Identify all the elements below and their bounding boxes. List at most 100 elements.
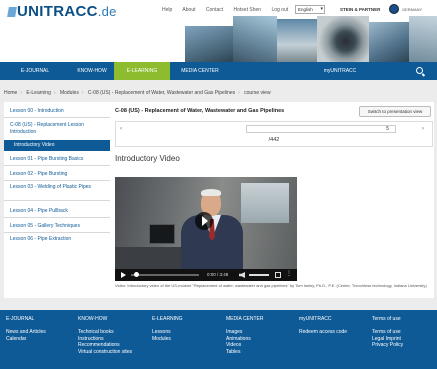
footer-col-e-journal: E-JOURNAL News and Articles Calendar — [6, 316, 46, 342]
lesson-main: C-08 (US) - Replacement of Water, Wastew… — [115, 102, 434, 298]
logo-mark-icon — [7, 7, 17, 17]
breadcrumb-separator: › — [81, 90, 84, 96]
footer-heading[interactable]: KNOW-HOW — [78, 316, 132, 323]
page-number-input[interactable]: 5 — [246, 125, 396, 133]
top-link-about[interactable]: About — [182, 7, 195, 13]
breadcrumb-separator: › — [238, 90, 240, 96]
play-icon[interactable] — [195, 212, 213, 230]
nav-item-e-learning[interactable]: E-LEARNING — [114, 62, 170, 80]
sidebar-item-introductory-video[interactable]: Introductory Video — [4, 140, 110, 151]
more-options-icon[interactable]: ⋮ — [286, 271, 292, 278]
site-header: UNITRACC.de Help About Contact Hotset Sh… — [0, 0, 437, 62]
video-controls: 0:00 / 3:48 ⋮ — [115, 269, 297, 281]
switch-presentation-view-button[interactable]: Switch to presentation view — [359, 106, 431, 117]
video-progress-bar[interactable] — [131, 274, 199, 276]
footer-link[interactable]: Redeem access code — [299, 329, 347, 336]
search-icon[interactable] — [416, 67, 423, 74]
language-select[interactable]: English ▾ — [295, 5, 325, 14]
video-speaker-hair — [201, 189, 221, 196]
volume-icon[interactable] — [239, 272, 245, 278]
header-photo-strip — [185, 16, 437, 62]
footer-col-terms: Terms of use Terms of use Legal Imprint … — [372, 316, 403, 349]
footer-col-know-how: KNOW-HOW Technical books Instructions Re… — [78, 316, 132, 355]
sidebar-item-lesson-02[interactable]: Lesson 02 - Pipe Bursting — [4, 171, 110, 178]
site-logo[interactable]: UNITRACC.de — [7, 3, 117, 20]
footer-heading[interactable]: MEDIA CENTER — [226, 316, 264, 323]
volume-slider[interactable] — [249, 274, 269, 276]
footer-heading[interactable]: E-JOURNAL — [6, 316, 46, 323]
video-time: 0:00 / 3:48 — [207, 272, 229, 277]
page: UNITRACC.de Help About Contact Hotset Sh… — [0, 0, 437, 369]
next-page-icon[interactable]: › — [422, 126, 424, 132]
site-footer: E-JOURNAL News and Articles Calendar KNO… — [0, 310, 437, 369]
fullscreen-icon[interactable] — [275, 272, 281, 278]
content-panel: Lesson 00 - Introduction C-08 (US) - Rep… — [4, 102, 434, 298]
sidebar-item-lesson-03[interactable]: Lesson 03 - Welding of Plastic Pipes — [4, 184, 110, 191]
footer-col-e-learning: E-LEARNING Lessons Modules — [152, 316, 183, 342]
lesson-sidebar: Lesson 00 - Introduction C-08 (US) - Rep… — [4, 102, 110, 298]
footer-heading[interactable]: E-LEARNING — [152, 316, 183, 323]
header-photo — [409, 16, 437, 62]
video-monitor — [149, 224, 175, 244]
main-nav: E-JOURNAL KNOW-HOW E-LEARNING MEDIA CENT… — [0, 62, 437, 80]
section-title: Introductory Video — [115, 154, 180, 163]
nav-item-myunitracc[interactable]: myUNITRACC — [315, 62, 365, 80]
footer-heading[interactable]: Terms of use — [372, 316, 403, 323]
page-navigator: ‹ 5 › /442 — [115, 121, 433, 147]
partner-country: GERMANY — [402, 7, 423, 12]
breadcrumb-home[interactable]: Home — [4, 90, 17, 96]
lesson-title: C-08 (US) - Replacement of Water, Wastew… — [115, 108, 285, 114]
breadcrumb-e-learning[interactable]: E-Learning — [26, 90, 50, 96]
top-link-logout[interactable]: Log out — [271, 7, 288, 13]
footer-link[interactable]: Virtual construction sites — [78, 349, 132, 356]
footer-col-myunitracc: myUNITRACC Redeem access code — [299, 316, 347, 336]
sidebar-item-lesson-06[interactable]: Lesson 06 - Pipe Extraction — [4, 236, 110, 243]
footer-link[interactable]: Tables — [226, 349, 264, 356]
sidebar-item-lesson-04[interactable]: Lesson 04 - Pipe Pullback — [4, 208, 110, 215]
footer-col-media-center: MEDIA CENTER Images Animations Videos Ta… — [226, 316, 264, 355]
nav-item-know-how[interactable]: KNOW-HOW — [70, 62, 114, 80]
footer-link[interactable]: Privacy Policy — [372, 342, 403, 349]
divider — [4, 200, 110, 201]
breadcrumb: Home › E-Learning › Modules › C-08 (US) - R… — [4, 90, 433, 100]
prev-page-icon[interactable]: ‹ — [120, 126, 122, 132]
video-player[interactable]: 0:00 / 3:48 ⋮ — [115, 177, 297, 281]
video-progress-handle[interactable] — [134, 272, 139, 277]
breadcrumb-modules[interactable]: Modules — [60, 90, 79, 96]
page-total: /442 — [268, 137, 280, 143]
footer-link[interactable]: Terms of use — [372, 329, 403, 336]
nav-item-e-journal[interactable]: E-JOURNAL — [0, 62, 70, 80]
sidebar-item-lesson-05[interactable]: Lesson 05 - Gallery Techniques — [4, 223, 110, 230]
footer-link[interactable]: Modules — [152, 336, 183, 343]
divider — [4, 165, 110, 166]
video-desk — [115, 247, 185, 269]
top-link-help[interactable]: Help — [162, 7, 172, 13]
nav-item-media-center[interactable]: MEDIA CENTER — [172, 62, 228, 80]
top-link-user[interactable]: Hotset Shen — [234, 7, 262, 13]
sidebar-item-replacement-intro[interactable]: C-08 (US) - Replacement Lesson Introduct… — [4, 122, 110, 135]
divider — [4, 217, 110, 218]
header-photo — [317, 16, 369, 62]
footer-link[interactable]: News and Articles — [6, 329, 46, 336]
divider — [4, 232, 110, 233]
footer-link[interactable]: Calendar — [6, 336, 46, 343]
logo-text: UNITRACC — [17, 3, 98, 20]
breadcrumb-module[interactable]: C-08 (US) - Replacement of Water, Wastew… — [88, 90, 235, 96]
header-photo — [369, 22, 409, 62]
play-control-icon[interactable] — [121, 272, 126, 278]
header-photo — [233, 16, 277, 62]
video-window — [241, 183, 289, 223]
sidebar-item-lesson-00[interactable]: Lesson 00 - Introduction — [4, 108, 110, 115]
partner-name: STEIN & PARTNER — [340, 7, 381, 12]
logo-domain: .de — [97, 4, 117, 19]
divider — [4, 117, 110, 118]
top-links: Help About Contact Hotset Shen Log out — [162, 7, 297, 13]
sidebar-item-lesson-01[interactable]: Lesson 01 - Pipe Bursting Basics — [4, 156, 110, 163]
breadcrumb-separator: › — [20, 90, 23, 96]
footer-heading[interactable]: myUNITRACC — [299, 316, 347, 323]
partner-logo-icon — [389, 4, 399, 14]
breadcrumb-separator: › — [53, 90, 56, 96]
header-photo — [277, 19, 317, 62]
header-photo — [185, 26, 233, 62]
top-link-contact[interactable]: Contact — [206, 7, 223, 13]
